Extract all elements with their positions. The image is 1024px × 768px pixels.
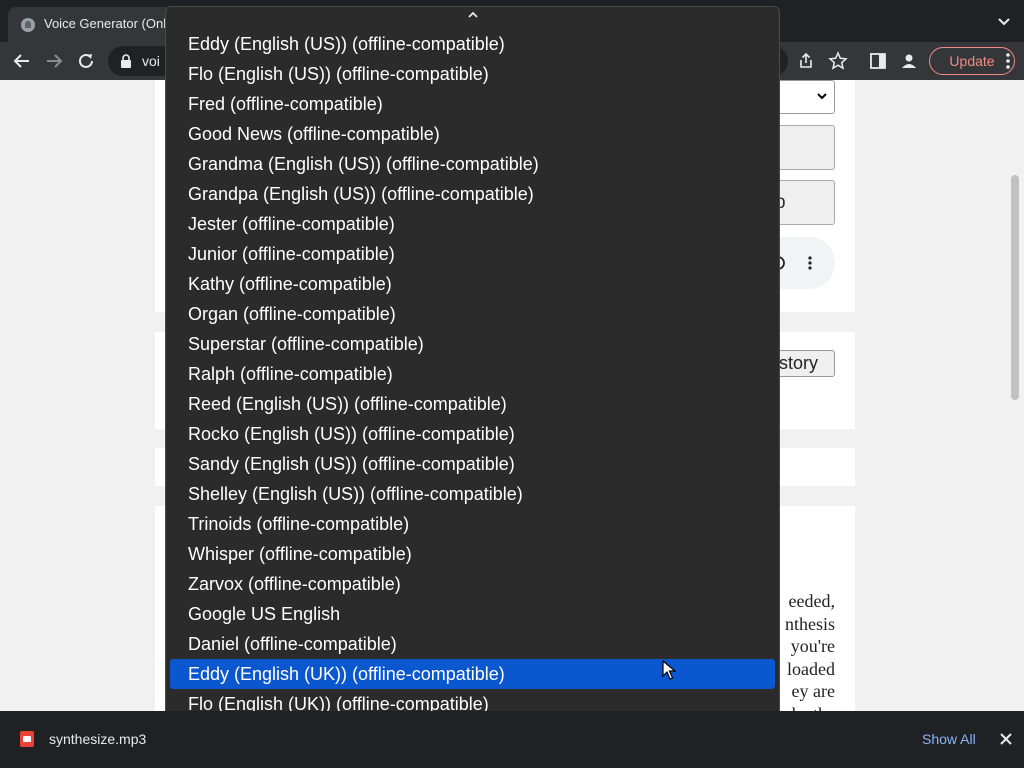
close-icon[interactable] <box>999 732 1013 746</box>
more-options-icon[interactable] <box>802 255 818 271</box>
dropdown-option[interactable]: Eddy (English (US)) (offline-compatible) <box>166 29 779 59</box>
dropdown-option[interactable]: Good News (offline-compatible) <box>166 119 779 149</box>
dropdown-option[interactable]: Sandy (English (US)) (offline-compatible… <box>166 449 779 479</box>
share-icon[interactable] <box>796 51 816 71</box>
chevron-down-icon <box>817 93 827 100</box>
dropdown-option[interactable]: Reed (English (US)) (offline-compatible) <box>166 389 779 419</box>
dropdown-option[interactable]: Google US English <box>166 599 779 629</box>
dropdown-option[interactable]: Grandpa (English (US)) (offline-compatib… <box>166 179 779 209</box>
lock-icon <box>121 54 131 68</box>
dropdown-option[interactable]: Trinoids (offline-compatible) <box>166 509 779 539</box>
reload-icon[interactable] <box>75 50 97 72</box>
dropdown-option[interactable]: Junior (offline-compatible) <box>166 239 779 269</box>
back-arrow-icon[interactable] <box>11 50 33 72</box>
dropdown-option[interactable]: Rocko (English (US)) (offline-compatible… <box>166 419 779 449</box>
dropdown-option[interactable]: Jester (offline-compatible) <box>166 209 779 239</box>
dropdown-option[interactable]: Zarvox (offline-compatible) <box>166 569 779 599</box>
scroll-up-icon[interactable] <box>466 10 480 20</box>
favicon-icon <box>21 18 35 32</box>
mouse-cursor-icon <box>662 660 676 680</box>
dropdown-option[interactable]: Shelley (English (US)) (offline-compatib… <box>166 479 779 509</box>
audio-file-icon[interactable] <box>20 731 34 747</box>
download-file-name[interactable]: synthesize.mp3 <box>49 731 146 747</box>
dropdown-option[interactable]: Superstar (offline-compatible) <box>166 329 779 359</box>
dropdown-option[interactable]: Ralph (offline-compatible) <box>166 359 779 389</box>
option-list: Eddy (English (US)) (offline-compatible)… <box>166 29 779 749</box>
dropdown-option-selected[interactable]: Eddy (English (UK)) (offline-compatible) <box>170 659 775 689</box>
dropdown-option[interactable]: Flo (English (US)) (offline-compatible) <box>166 59 779 89</box>
tab-search-chevron-icon[interactable] <box>996 14 1012 30</box>
forward-arrow-icon[interactable] <box>43 50 65 72</box>
more-vertical-icon[interactable] <box>998 51 1018 71</box>
download-bar: synthesize.mp3 Show All <box>0 711 1024 768</box>
side-panel-icon[interactable] <box>868 51 888 71</box>
tab-title: Voice Generator (Onli <box>44 16 170 31</box>
dropdown-option[interactable]: Organ (offline-compatible) <box>166 299 779 329</box>
page-scrollbar[interactable] <box>1011 175 1019 400</box>
dropdown-option[interactable]: Daniel (offline-compatible) <box>166 629 779 659</box>
dropdown-option[interactable]: Whisper (offline-compatible) <box>166 539 779 569</box>
profile-avatar-icon[interactable] <box>899 51 919 71</box>
dropdown-option[interactable]: Fred (offline-compatible) <box>166 89 779 119</box>
dropdown-option[interactable]: Grandma (English (US)) (offline-compatib… <box>166 149 779 179</box>
bookmark-star-icon[interactable] <box>828 51 848 71</box>
voice-dropdown-list[interactable]: Eddy (English (US)) (offline-compatible)… <box>165 6 780 763</box>
dropdown-option[interactable]: Kathy (offline-compatible) <box>166 269 779 299</box>
show-all-link[interactable]: Show All <box>922 731 976 747</box>
